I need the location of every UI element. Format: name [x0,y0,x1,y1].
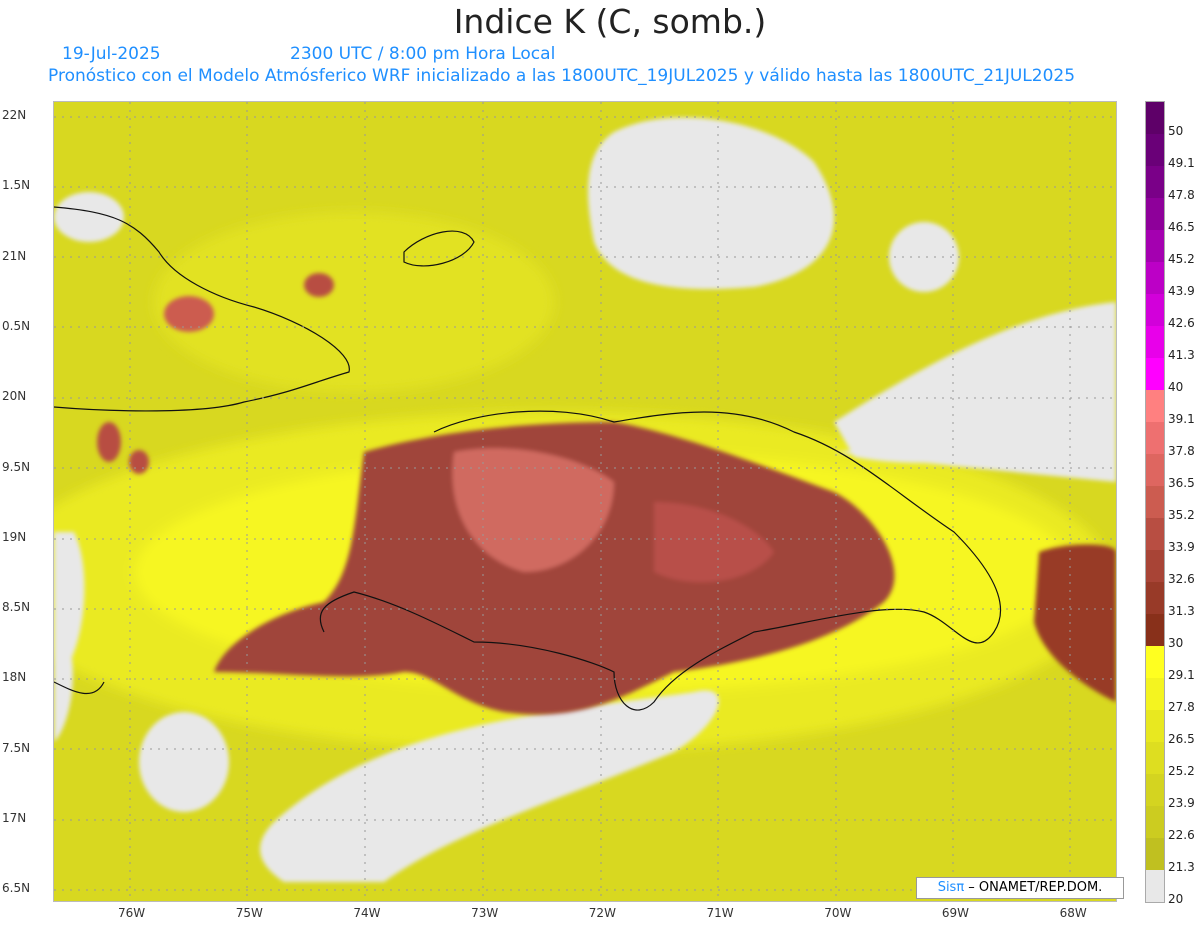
lon-label: 72W [588,906,616,920]
colorbar-bin [1146,166,1164,198]
colorbar-bin [1146,102,1164,134]
valid-date: 19-Jul-2025 [62,44,161,64]
colorbar-label: 42.6 [1168,316,1195,330]
colorbar-label: 37.8 [1168,444,1195,458]
lat-label: 22N [2,108,27,122]
colorbar-bin [1146,358,1164,390]
colorbar-bin [1146,422,1164,454]
colorbar-bin [1146,454,1164,486]
colorbar-bin [1146,870,1164,902]
colorbar-label: 25.2 [1168,764,1195,778]
colorbar-label: 26.5 [1168,732,1195,746]
colorbar-label: 21.3 [1168,860,1195,874]
colorbar-label: 45.2 [1168,252,1195,266]
colorbar-label: 31.3 [1168,604,1195,618]
lat-label: 6.5N [2,881,31,896]
lon-label: 69W [941,906,970,920]
lat-label: 21N [2,248,27,263]
colorbar-bin [1146,134,1164,166]
colorbar-label: 43.9 [1168,284,1195,298]
colorbar-label: 30 [1168,636,1184,650]
lon-label: 70W [824,906,852,920]
colorbar-bin [1146,838,1164,870]
colorbar-bin [1146,518,1164,550]
colorbar-bin [1146,742,1164,774]
lat-label: 1.5N [2,178,31,193]
colorbar-label: 20 [1168,892,1184,906]
colorbar-bin [1146,806,1164,838]
lon-label: 76W [118,906,146,920]
lat-label: 8.5N [2,600,31,615]
colorbar-bin [1146,646,1164,678]
lat-label: 18N [2,670,27,685]
colorbar-bin [1146,582,1164,614]
lon-label: 73W [471,906,499,920]
colorbar-bin [1146,710,1164,742]
lon-label: 75W [235,906,263,920]
colorbar-label: 39.1 [1168,412,1195,426]
colorbar-label: 49.1 [1168,156,1195,170]
colorbar-label: 29.1 [1168,668,1195,682]
lat-label: 19N [2,529,27,544]
lon-label: 71W [706,906,734,920]
colorbar [1145,101,1165,903]
colorbar-label: 22.6 [1168,828,1195,842]
colorbar-bin [1146,678,1164,710]
lat-label: 7.5N [2,740,31,755]
colorbar-bin [1146,198,1164,230]
colorbar-label: 41.3 [1168,348,1195,362]
colorbar-bin [1146,486,1164,518]
map-field [54,102,1116,901]
credit-text: – ONAMET/REP.DOM. [964,880,1103,895]
credit-brand: Sisπ [937,880,965,895]
lat-label: 17N [2,811,27,825]
k-index-map [53,101,1117,902]
credit-box: Sisπ – ONAMET/REP.DOM. [916,877,1124,899]
colorbar-bin [1146,230,1164,262]
lon-label: 68W [1059,906,1087,920]
colorbar-bin [1146,614,1164,646]
colorbar-label: 23.9 [1168,796,1195,810]
colorbar-label: 47.8 [1168,188,1195,202]
colorbar-bin [1146,294,1164,326]
model-subtitle: Pronóstico con el Modelo Atmósferico WRF… [48,66,1076,86]
colorbar-label: 27.8 [1168,700,1195,714]
colorbar-label: 50 [1168,124,1184,138]
colorbar-bin [1146,326,1164,358]
colorbar-bin [1146,262,1164,294]
colorbar-label: 46.5 [1168,220,1195,234]
colorbar-label: 35.2 [1168,508,1195,522]
map-title: Indice K (C, somb.) [453,2,767,41]
colorbar-label: 40 [1168,380,1184,394]
lat-label: 20N [2,389,27,404]
colorbar-bin [1146,774,1164,806]
colorbar-label: 36.5 [1168,476,1195,490]
lat-label: 9.5N [2,459,31,474]
colorbar-label: 32.6 [1168,572,1195,586]
lon-label: 74W [353,906,381,920]
colorbar-label: 33.9 [1168,540,1195,554]
colorbar-bin [1146,550,1164,582]
lat-label: 0.5N [2,318,31,333]
colorbar-bin [1146,390,1164,422]
valid-time: 2300 UTC / 8:00 pm Hora Local [290,44,556,64]
